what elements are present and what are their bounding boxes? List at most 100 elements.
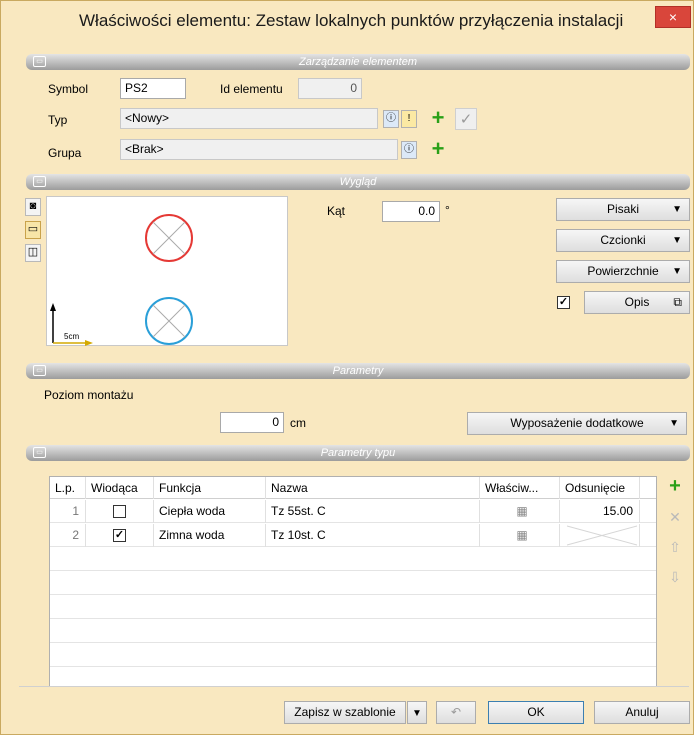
popup-icon: ⧉	[673, 295, 682, 309]
symbol-label: Symbol	[48, 82, 89, 96]
table-row-empty	[50, 620, 656, 643]
section-title: Wygląd	[339, 176, 377, 188]
row-offset[interactable]: 15.00	[560, 500, 640, 523]
row-name[interactable]: Tz 10st. C	[266, 524, 480, 547]
section-header-management[interactable]: ▭ Zarządzanie elementem	[26, 54, 690, 70]
section-title: Parametry typu	[320, 447, 396, 459]
leading-checkbox[interactable]: ✓	[113, 529, 126, 542]
section-header-type-parameters[interactable]: ▭ Parametry typu	[26, 445, 690, 461]
table-row-empty	[50, 572, 656, 595]
row-leading-cell	[86, 500, 154, 523]
angle-input[interactable]: 0.0	[382, 201, 440, 222]
type-label: Typ	[48, 113, 68, 127]
row-offset-disabled	[560, 524, 640, 547]
fonts-button[interactable]: Czcionki ▼	[556, 229, 690, 252]
extra-equipment-label: Wyposażenie dodatkowe	[510, 416, 644, 430]
collapse-icon: ▭	[33, 176, 46, 187]
header-name[interactable]: Nazwa	[266, 477, 480, 499]
fonts-label: Czcionki	[600, 233, 646, 247]
table-row[interactable]: 2 ✓ Zimna woda Tz 10st. C ▦	[50, 524, 656, 547]
header-offset[interactable]: Odsunięcie	[560, 477, 640, 499]
table-row[interactable]: 1 Ciepła woda Tz 55st. C ▦ 15.00	[50, 500, 656, 523]
description-label: Opis	[624, 295, 650, 309]
section-header-appearance[interactable]: ▭ Wygląd	[26, 174, 690, 190]
ok-button[interactable]: OK	[488, 701, 584, 724]
add-group-button[interactable]: +	[427, 138, 449, 161]
header-lp[interactable]: L.p.	[50, 477, 86, 499]
angle-unit: °	[445, 203, 450, 217]
leading-checkbox[interactable]	[113, 505, 126, 518]
mount-level-unit: cm	[290, 416, 306, 430]
symbol-input[interactable]: PS2	[120, 78, 186, 99]
section-title: Zarządzanie elementem	[298, 56, 417, 68]
row-name[interactable]: Tz 55st. C	[266, 500, 480, 523]
view-3d-icon[interactable]: ◫	[25, 244, 41, 262]
view-plan-icon[interactable]: ▭	[25, 221, 41, 239]
save-template-button[interactable]: Zapisz w szablonie	[284, 701, 406, 724]
confirm-type-button[interactable]: ✓	[455, 108, 477, 130]
type-info-icon[interactable]: ⓘ	[383, 110, 399, 128]
type-parameters-table: L.p. Wiodąca Funkcja Nazwa Właściw... Od…	[49, 476, 657, 687]
save-template-dropdown[interactable]: ▼	[407, 701, 427, 724]
collapse-icon: ▭	[33, 447, 46, 458]
move-down-button[interactable]: ⇩	[665, 567, 685, 587]
table-row-empty	[50, 548, 656, 571]
mount-level-input[interactable]: 0	[220, 412, 284, 433]
row-leading-cell: ✓	[86, 524, 154, 547]
remove-row-button[interactable]: ✕	[665, 507, 685, 527]
row-lp: 1	[50, 500, 86, 523]
dropdown-icon: ▼	[672, 266, 682, 277]
group-label: Grupa	[48, 146, 82, 160]
surfaces-button[interactable]: Powierzchnie ▼	[556, 260, 690, 283]
table-header: L.p. Wiodąca Funkcja Nazwa Właściw... Od…	[50, 477, 656, 499]
disabled-cross	[566, 525, 638, 546]
row-function[interactable]: Zimna woda	[154, 524, 266, 547]
dropdown-icon: ▼	[412, 708, 422, 719]
description-checkbox[interactable]: ✓	[557, 296, 570, 309]
id-field: 0	[298, 78, 362, 99]
pens-button[interactable]: Pisaki ▼	[556, 198, 690, 221]
group-info-icon[interactable]: ⓘ	[401, 141, 417, 159]
dropdown-icon: ▼	[669, 418, 679, 429]
dropdown-icon: ▼	[672, 204, 682, 215]
surfaces-label: Powierzchnie	[587, 264, 659, 278]
table-row-empty	[50, 644, 656, 667]
properties-icon[interactable]: ▦	[480, 500, 560, 523]
scale-label: 5cm	[64, 332, 80, 341]
extra-equipment-button[interactable]: Wyposażenie dodatkowe ▼	[467, 412, 687, 435]
dropdown-icon: ▼	[672, 235, 682, 246]
header-function[interactable]: Funkcja	[154, 477, 266, 499]
properties-icon[interactable]: ▦	[480, 524, 560, 547]
type-warning-icon[interactable]: !	[401, 110, 417, 128]
description-button[interactable]: Opis ⧉	[584, 291, 690, 314]
symbol-preview: 5cm	[46, 196, 288, 346]
row-function[interactable]: Ciepła woda	[154, 500, 266, 523]
header-properties[interactable]: Właściw...	[480, 477, 560, 499]
table-row-empty	[50, 596, 656, 619]
collapse-icon: ▭	[33, 365, 46, 376]
section-header-parameters[interactable]: ▭ Parametry	[26, 363, 690, 379]
add-type-button[interactable]: +	[427, 107, 449, 130]
footer-divider	[19, 686, 689, 687]
row-lp: 2	[50, 524, 86, 547]
group-field[interactable]: <Brak>	[120, 139, 398, 160]
pens-label: Pisaki	[606, 202, 639, 216]
hot-water-symbol	[145, 214, 193, 262]
header-leading[interactable]: Wiodąca	[86, 477, 154, 499]
add-row-button[interactable]: +	[665, 476, 685, 496]
close-button[interactable]: ×	[655, 6, 691, 28]
cancel-button[interactable]: Anuluj	[594, 701, 690, 724]
type-field[interactable]: <Nowy>	[120, 108, 378, 129]
view-2d-icon[interactable]: ◙	[25, 198, 41, 216]
undo-button[interactable]: ↶	[436, 701, 476, 724]
id-label: Id elementu	[220, 82, 283, 96]
move-up-button[interactable]: ⇧	[665, 537, 685, 557]
mount-level-label: Poziom montażu	[44, 388, 134, 402]
window-title: Właściwości elementu: Zestaw lokalnych p…	[79, 11, 624, 30]
section-title: Parametry	[332, 365, 384, 377]
collapse-icon: ▭	[33, 56, 46, 67]
angle-label: Kąt	[327, 204, 346, 218]
cold-water-symbol	[145, 297, 193, 345]
title-bar: Właściwości elementu: Zestaw lokalnych p…	[1, 1, 693, 41]
preview-canvas	[50, 214, 193, 346]
